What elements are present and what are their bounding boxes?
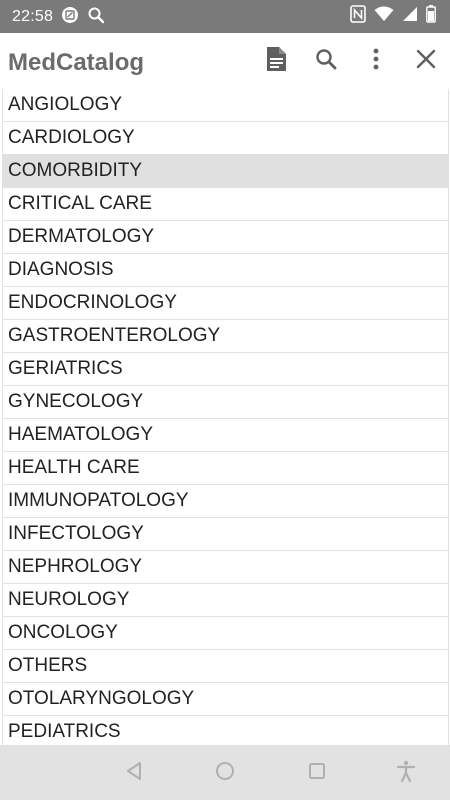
list-item[interactable]: INFECTOLOGY: [3, 518, 448, 551]
list-item[interactable]: IMMUNOPATOLOGY: [3, 485, 448, 518]
list-item[interactable]: ANGIOLOGY: [3, 89, 448, 122]
list-item[interactable]: DERMATOLOGY: [3, 221, 448, 254]
close-button[interactable]: [410, 45, 442, 77]
status-right: [350, 4, 436, 28]
cellular-icon: [402, 6, 418, 27]
status-time: 22:58: [12, 8, 54, 25]
navigation-bar: [0, 745, 450, 800]
app-actions: [260, 45, 442, 77]
status-bar: 22:58: [0, 0, 450, 33]
nfc-icon: [350, 4, 366, 28]
list-item[interactable]: NEPHROLOGY: [3, 551, 448, 584]
list-item[interactable]: ENDOCRINOLOGY: [3, 287, 448, 320]
close-icon: [416, 49, 436, 74]
list-item[interactable]: CARDIOLOGY: [3, 122, 448, 155]
battery-icon: [426, 4, 436, 28]
more-vert-icon: [373, 48, 379, 75]
list-item[interactable]: ONCOLOGY: [3, 617, 448, 650]
search-icon: [315, 48, 337, 75]
app-bar: MedCatalog: [0, 33, 450, 89]
category-list: ANGIOLOGY CARDIOLOGY COMORBIDITY CRITICAL C…: [0, 89, 450, 745]
category-list-inner: ANGIOLOGY CARDIOLOGY COMORBIDITY CRITICAL C…: [2, 89, 449, 745]
list-item[interactable]: CRITICAL CARE: [3, 188, 448, 221]
document-icon: [265, 46, 287, 77]
list-item[interactable]: OTHERS: [3, 650, 448, 683]
document-button[interactable]: [260, 45, 292, 77]
home-button[interactable]: [213, 761, 237, 785]
recents-icon: [307, 761, 327, 786]
list-item[interactable]: PEDIATRICS: [3, 716, 448, 745]
list-item[interactable]: GASTROENTEROLOGY: [3, 320, 448, 353]
list-item[interactable]: HAEMATOLOGY: [3, 419, 448, 452]
list-item[interactable]: GYNECOLOGY: [3, 386, 448, 419]
wifi-icon: [374, 6, 394, 27]
list-item[interactable]: HEALTH CARE: [3, 452, 448, 485]
status-left: 22:58: [12, 6, 105, 29]
accessibility-icon: [395, 760, 417, 787]
home-icon: [215, 761, 235, 786]
list-item[interactable]: DIAGNOSIS: [3, 254, 448, 287]
back-icon: [124, 761, 144, 786]
search-button[interactable]: [310, 45, 342, 77]
list-item[interactable]: COMORBIDITY: [3, 155, 448, 188]
accessibility-button[interactable]: [394, 760, 418, 787]
recents-button[interactable]: [305, 761, 329, 785]
more-options-button[interactable]: [360, 45, 392, 77]
list-item[interactable]: NEUROLOGY: [3, 584, 448, 617]
list-item[interactable]: GERIATRICS: [3, 353, 448, 386]
notification-app-icon: [61, 6, 79, 29]
app-title: MedCatalog: [8, 49, 145, 76]
back-button[interactable]: [122, 761, 146, 785]
list-item[interactable]: OTOLARYNGOLOGY: [3, 683, 448, 716]
search-icon: [87, 6, 105, 29]
